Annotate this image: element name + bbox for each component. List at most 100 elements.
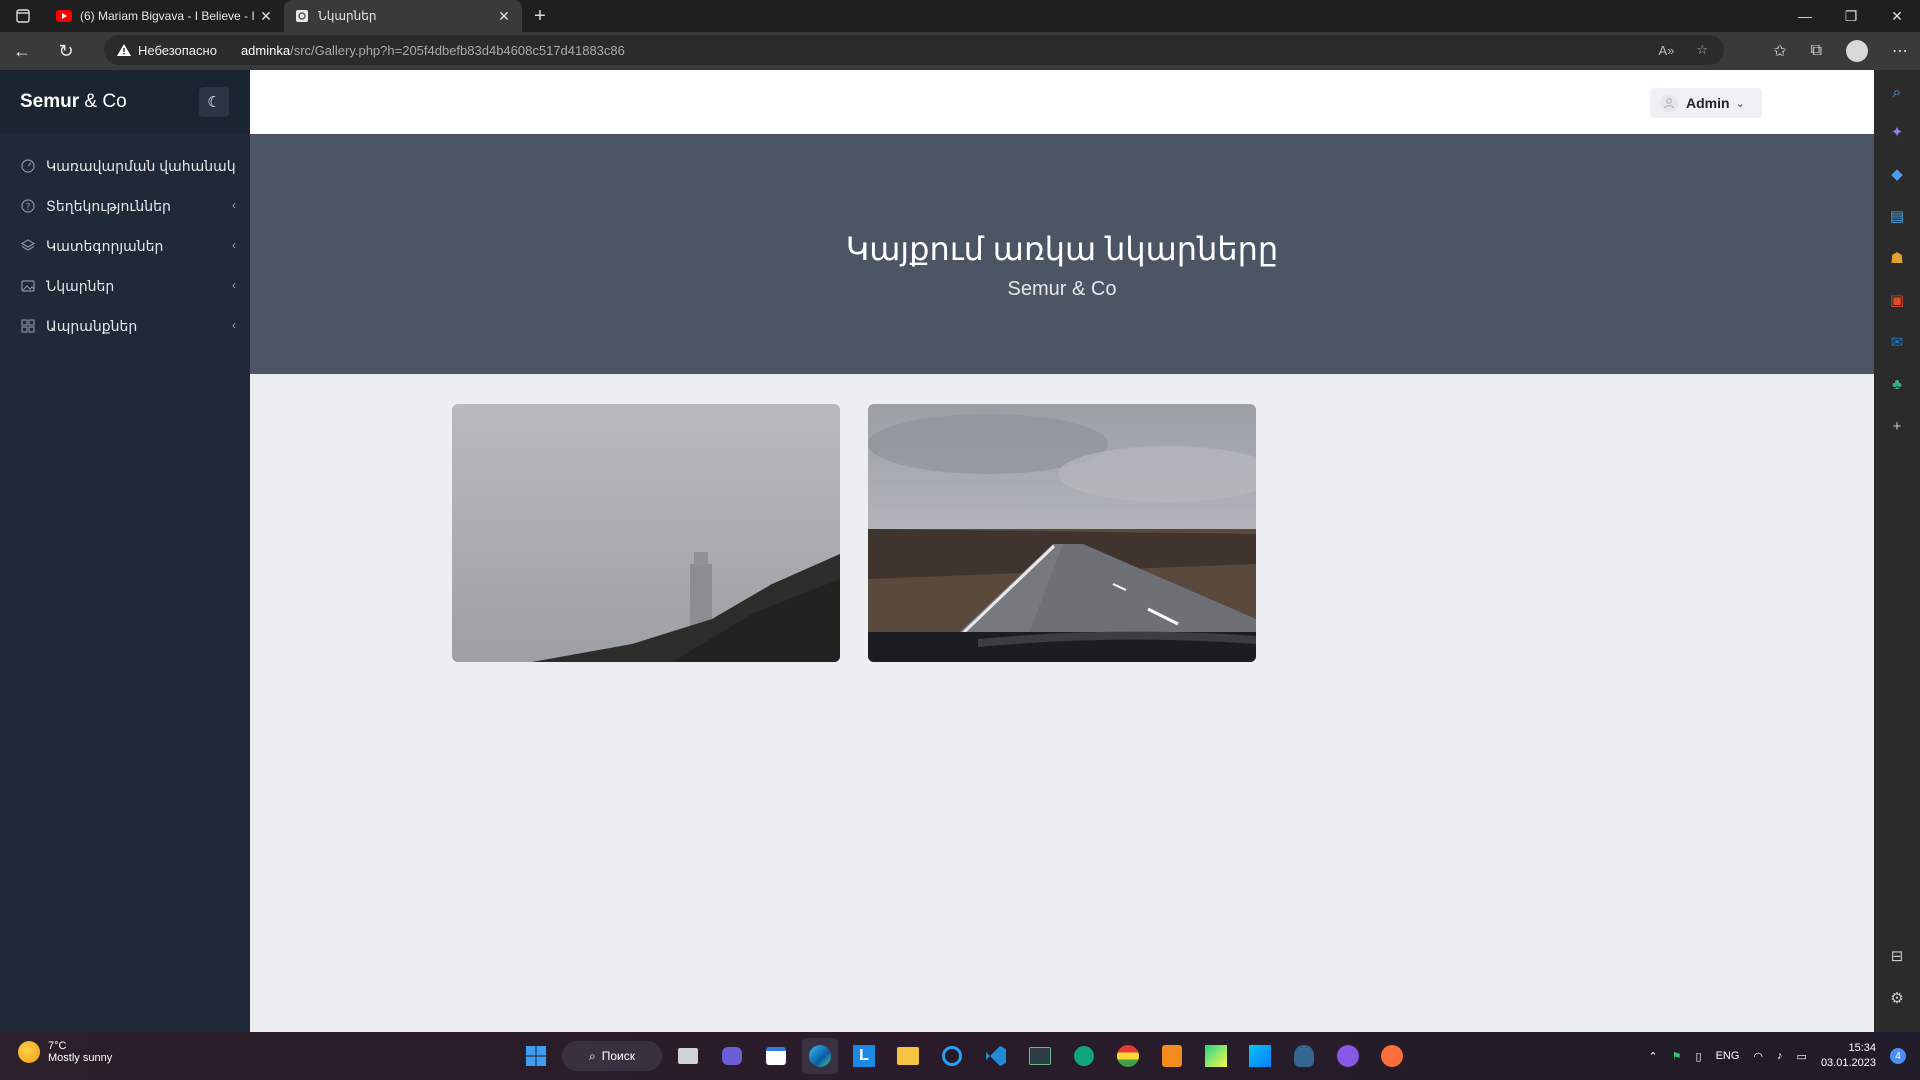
search-icon: ⌕ <box>589 1048 596 1063</box>
user-menu-button[interactable]: Admin ⌄ <box>1650 88 1762 118</box>
chevron-down-icon: ⌄ <box>1735 97 1745 110</box>
file-explorer-icon[interactable] <box>890 1038 926 1074</box>
wifi-icon[interactable]: ◠ <box>1753 1050 1763 1063</box>
flag-icon[interactable]: ⚑ <box>1672 1050 1682 1063</box>
sidebar-item-categories[interactable]: Կատեգորյաներ ‹ <box>0 226 250 266</box>
restore-button[interactable]: ❐ <box>1828 0 1874 32</box>
back-arrow-icon: ← <box>13 40 31 61</box>
refresh-button[interactable]: ↻ <box>44 32 88 70</box>
taskbar-apps: ⌕ Поиск L <box>518 1038 1410 1074</box>
window-controls: — ❐ ✕ <box>1782 0 1920 32</box>
profile-avatar[interactable] <box>1846 40 1868 62</box>
device-icon[interactable]: ▯ <box>1696 1050 1702 1063</box>
volume-icon[interactable]: ♪ <box>1777 1050 1783 1062</box>
sidebar-item-dashboard[interactable]: Կառավարման վահանակ <box>0 146 250 186</box>
pycharm-icon[interactable] <box>1198 1038 1234 1074</box>
security-indicator[interactable]: Небезопасно <box>116 43 229 58</box>
plus-icon: + <box>534 4 546 27</box>
start-button[interactable] <box>518 1038 554 1074</box>
github-icon[interactable] <box>1330 1038 1366 1074</box>
copilot-icon[interactable]: ✦ <box>1887 122 1907 142</box>
vscode-icon[interactable] <box>978 1038 1014 1074</box>
sidebar-collapse-icon[interactable]: ⊟ <box>1887 946 1907 966</box>
url-path: /src/Gallery.php?h=205f4dbefb83d4b4608c5… <box>290 42 625 58</box>
browser-sidebar: ⌕ ✦ ◆ ▤ ☗ ▣ ✉ ♣ + ⊟ ⚙ <box>1874 70 1920 1032</box>
clock-time: 15:34 <box>1848 1042 1876 1054</box>
sidebar-item-label: Նկարներ <box>46 277 115 294</box>
page-title: Կայքում առկա նկարները <box>845 231 1279 267</box>
edge-icon[interactable] <box>802 1038 838 1074</box>
foggy-lighthouse-photo[interactable] <box>452 404 840 662</box>
store-icon[interactable] <box>758 1038 794 1074</box>
terminal-icon[interactable] <box>1022 1038 1058 1074</box>
postgres-icon[interactable] <box>1286 1038 1322 1074</box>
chevron-left-icon: ‹ <box>232 278 236 292</box>
road-landscape-photo[interactable] <box>868 404 1256 662</box>
add-icon[interactable]: + <box>1887 416 1907 436</box>
teams-icon[interactable] <box>714 1038 750 1074</box>
compass-app-icon[interactable] <box>1374 1038 1410 1074</box>
outlook-icon[interactable]: ✉ <box>1887 332 1907 352</box>
notification-badge[interactable]: 4 <box>1890 1048 1906 1064</box>
office-icon[interactable]: ▣ <box>1887 290 1907 310</box>
page-header: Կայքում առկա նկարները Semur & Co <box>250 134 1874 374</box>
brand-name: Semur <box>20 91 80 112</box>
sidebar-item-label: Ապրանքներ <box>46 317 138 334</box>
l-app-icon[interactable]: L <box>846 1038 882 1074</box>
webstorm-icon[interactable] <box>1242 1038 1278 1074</box>
tab-title: Նկարներ <box>318 9 377 23</box>
address-bar[interactable]: Небезопасно adminka/src/Gallery.php?h=20… <box>104 35 1724 65</box>
minimize-icon: — <box>1798 8 1812 24</box>
settings-gear-icon[interactable]: ⚙ <box>1887 988 1907 1008</box>
system-tray: ⌃ ⚑ ▯ ENG ◠ ♪ ▭ 15:34 03.01.2023 4 <box>1648 1038 1906 1074</box>
close-tab-icon[interactable]: ✕ <box>258 8 274 25</box>
clock[interactable]: 15:34 03.01.2023 <box>1821 1041 1876 1071</box>
battery-icon[interactable]: ▭ <box>1797 1050 1807 1063</box>
sidebar-item-label: Կատեգորյաներ <box>46 237 164 254</box>
brand-suffix: & Co <box>84 91 127 112</box>
search-icon[interactable]: ⌕ <box>1887 82 1907 102</box>
clock-date: 03.01.2023 <box>1820 1057 1876 1069</box>
chevron-left-icon: ‹ <box>232 238 236 252</box>
taskbar-search[interactable]: ⌕ Поиск <box>562 1041 662 1071</box>
colorful-app-icon[interactable] <box>1110 1038 1146 1074</box>
sidebar-item-images[interactable]: Նկարներ ‹ <box>0 266 250 306</box>
close-tab-icon[interactable]: ✕ <box>496 8 512 25</box>
collections-icon[interactable]: ⧉ <box>1811 42 1822 60</box>
add-favorite-icon[interactable]: ☆ <box>1696 42 1708 58</box>
chevron-left-icon: ‹ <box>232 198 236 212</box>
cortana-icon[interactable] <box>934 1038 970 1074</box>
close-window-button[interactable]: ✕ <box>1874 0 1920 32</box>
tab-gallery[interactable]: Նկարներ ✕ <box>284 0 522 32</box>
weather-widget[interactable]: 7°C Mostly sunny <box>18 1040 112 1064</box>
briefcase-icon[interactable]: ▤ <box>1887 206 1907 226</box>
tab-title: (6) Mariam Bigvava - I Believe - I <box>80 9 255 23</box>
sidebar-item-products[interactable]: Ապրանքներ ‹ <box>0 306 250 346</box>
minimize-button[interactable]: — <box>1782 0 1828 32</box>
sublime-icon[interactable] <box>1154 1038 1190 1074</box>
more-menu-icon[interactable]: ⋯ <box>1892 41 1908 61</box>
url-host: adminka <box>240 42 291 58</box>
windows-icon <box>526 1046 546 1066</box>
favorites-icon[interactable]: ✩ <box>1773 41 1786 61</box>
chevron-up-icon[interactable]: ⌃ <box>1648 1050 1657 1063</box>
user-avatar-icon <box>1660 94 1678 112</box>
sidebar-item-info[interactable]: ? Տեղեկություններ ‹ <box>0 186 250 226</box>
people-icon[interactable]: ☗ <box>1887 248 1907 268</box>
tab-actions-icon <box>16 9 30 23</box>
tree-icon[interactable]: ♣ <box>1887 374 1907 394</box>
read-aloud-icon[interactable]: A» <box>1658 43 1674 58</box>
back-button[interactable]: ← <box>0 32 44 70</box>
task-view-icon[interactable] <box>670 1038 706 1074</box>
sidebar-menu: Կառավարման վահանակ ? Տեղեկություններ ‹ Կ… <box>0 146 250 346</box>
sidebar-item-label: Տեղեկություններ <box>46 197 171 214</box>
language-indicator[interactable]: ENG <box>1716 1050 1740 1062</box>
tab-actions-button[interactable] <box>0 0 46 32</box>
help-icon: ? <box>20 198 36 214</box>
chatgpt-icon[interactable] <box>1066 1038 1102 1074</box>
dark-mode-toggle[interactable]: ☾ <box>199 87 229 117</box>
search-label: Поиск <box>601 1049 635 1063</box>
tag-icon[interactable]: ◆ <box>1887 164 1907 184</box>
tab-youtube[interactable]: (6) Mariam Bigvava - I Believe - I ✕ <box>46 0 284 32</box>
new-tab-button[interactable]: + <box>522 0 558 32</box>
